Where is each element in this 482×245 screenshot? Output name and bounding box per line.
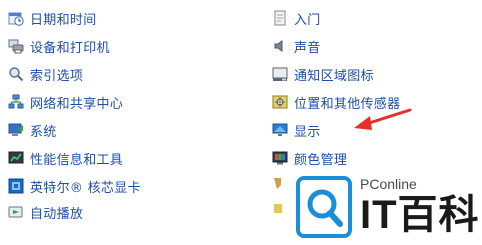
item-label: 日期和时间	[30, 12, 97, 28]
item-devices-printers[interactable]: 设备和打印机	[8, 34, 110, 58]
watermark: PConline IT百科	[290, 168, 482, 245]
item-sound[interactable]: 声音	[272, 34, 321, 58]
item-intel-graphics[interactable]: 英特尔® 核芯显卡	[8, 174, 141, 198]
item-label: 入门	[294, 12, 321, 28]
item-date-time[interactable]: 日期和时间	[8, 6, 97, 30]
item-autoplay[interactable]: 自动播放	[8, 200, 83, 224]
network-icon	[8, 94, 24, 109]
item-notification-area-icons[interactable]: 通知区域图标	[272, 62, 374, 86]
location-sensor-icon	[272, 95, 288, 109]
performance-icon	[8, 151, 24, 164]
item-label: 网络和共享中心	[30, 96, 124, 112]
color-management-icon	[272, 151, 288, 165]
item-color-management[interactable]: 颜色管理	[272, 146, 347, 170]
item-label: 英特尔® 核芯显卡	[30, 180, 141, 196]
item-label: 性能信息和工具	[30, 152, 124, 168]
system-icon	[8, 123, 23, 136]
intel-graphics-icon	[8, 178, 24, 194]
autoplay-icon	[8, 206, 23, 218]
item-label: 索引选项	[30, 68, 84, 84]
getting-started-icon	[274, 10, 286, 26]
item-label: 自动播放	[30, 206, 84, 222]
display-icon	[272, 123, 288, 136]
item-indexing-options[interactable]: 索引选项	[8, 62, 83, 86]
printer-icon	[8, 39, 24, 54]
item-label: 系统	[30, 124, 57, 140]
item-label: 设备和打印机	[30, 40, 110, 56]
speaker-icon	[274, 40, 283, 52]
search-index-icon	[9, 67, 24, 82]
item-system[interactable]: 系统	[8, 118, 57, 142]
item-label: 颜色管理	[294, 152, 348, 168]
pconline-logo-icon	[296, 176, 352, 238]
item-getting-started[interactable]: 入门	[272, 6, 321, 30]
watermark-brand: PConline	[360, 176, 417, 192]
item-label: 声音	[294, 40, 321, 56]
annotation-arrow	[354, 108, 412, 130]
item-label: 显示	[294, 124, 321, 140]
item-label: 通知区域图标	[294, 68, 374, 84]
clock-icon	[8, 12, 24, 26]
notification-area-icon	[272, 67, 288, 81]
item-network-sharing-center[interactable]: 网络和共享中心	[8, 90, 123, 114]
item-display[interactable]: 显示	[272, 118, 321, 142]
item-performance-info-tools[interactable]: 性能信息和工具	[8, 146, 123, 170]
partial-icons-hidden-by-watermark	[274, 178, 282, 213]
watermark-title: IT百科	[360, 193, 480, 237]
